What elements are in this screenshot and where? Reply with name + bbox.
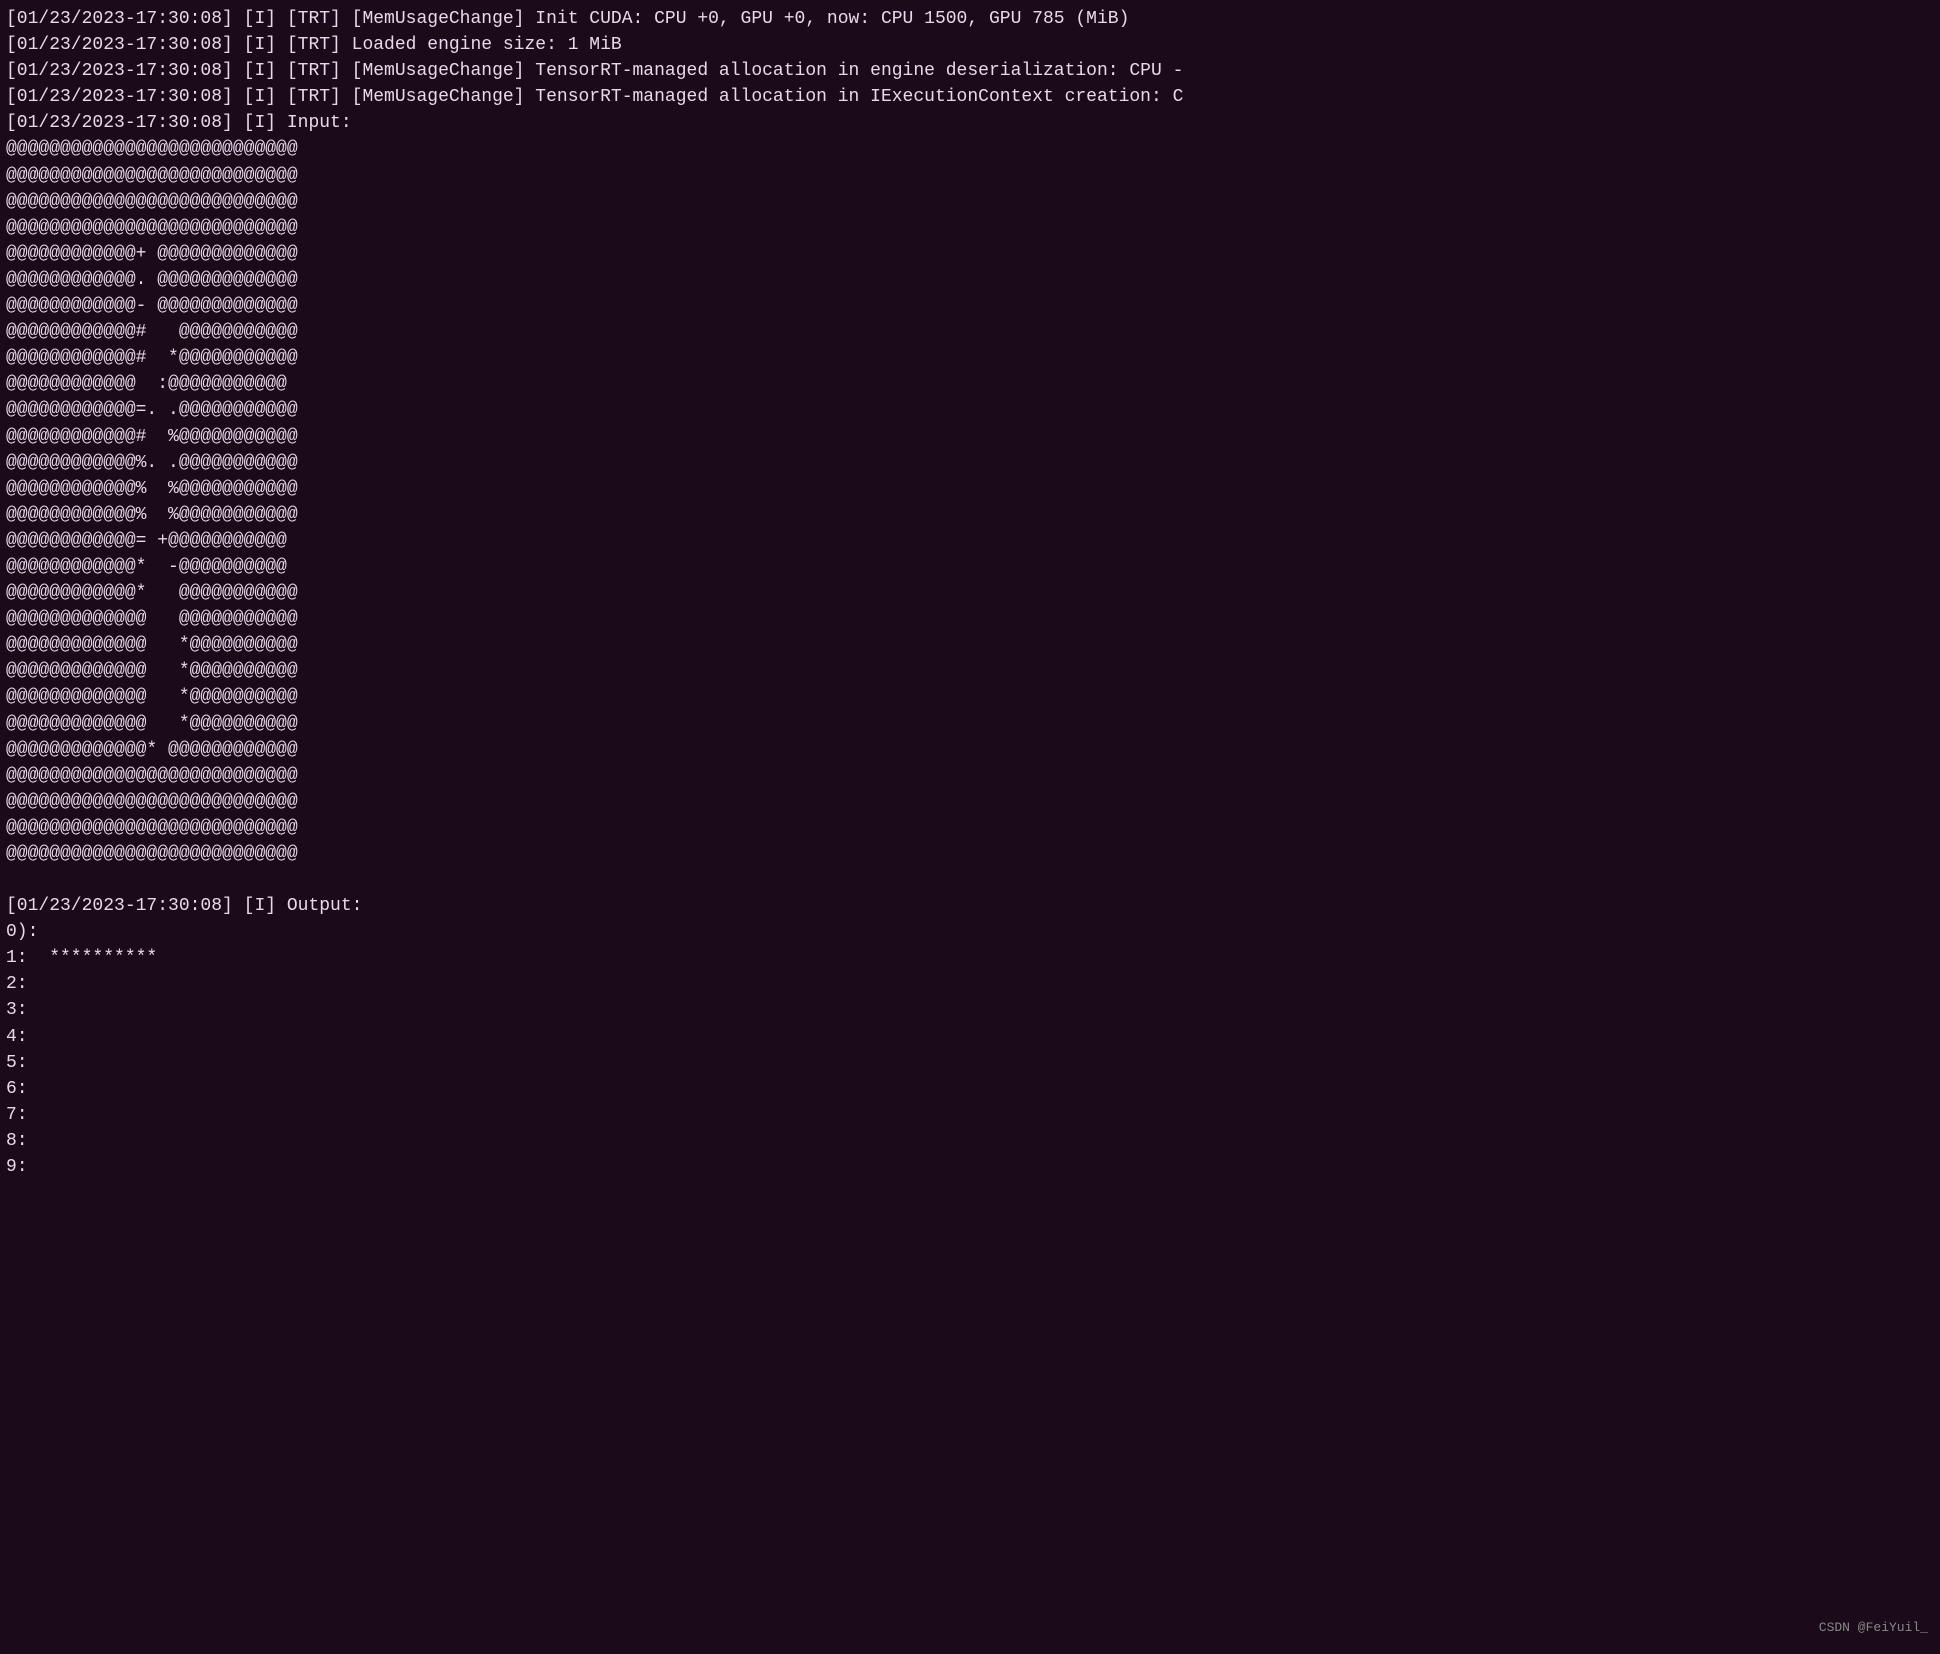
output-line: 9: (0, 1154, 1940, 1180)
ascii-art-line: @@@@@@@@@@@@@@@@@@@@@@@@@@@ (0, 189, 1940, 215)
output-line: 4: (0, 1024, 1940, 1050)
log-line: [01/23/2023-17:30:08] [I] [TRT] [MemUsag… (0, 6, 1940, 32)
ascii-art-line: @@@@@@@@@@@@% %@@@@@@@@@@@ (0, 476, 1940, 502)
output-line: 6: (0, 1076, 1940, 1102)
ascii-art-line: @@@@@@@@@@@@* @@@@@@@@@@@ (0, 580, 1940, 606)
ascii-art-line: @@@@@@@@@@@@@@@@@@@@@@@@@@@ (0, 763, 1940, 789)
ascii-art-line: @@@@@@@@@@@@% %@@@@@@@@@@@ (0, 502, 1940, 528)
output-line: 2: (0, 971, 1940, 997)
ascii-art-line: @@@@@@@@@@@@+ @@@@@@@@@@@@@ (0, 241, 1940, 267)
ascii-art-line: @@@@@@@@@@@@@ *@@@@@@@@@@ (0, 711, 1940, 737)
ascii-art-section: @@@@@@@@@@@@@@@@@@@@@@@@@@@@@@@@@@@@@@@@… (0, 136, 1940, 867)
ascii-art-line: @@@@@@@@@@@@. @@@@@@@@@@@@@ (0, 267, 1940, 293)
ascii-art-line: @@@@@@@@@@@@%. .@@@@@@@@@@@ (0, 450, 1940, 476)
ascii-art-line: @@@@@@@@@@@@=. .@@@@@@@@@@@ (0, 397, 1940, 423)
ascii-art-line: @@@@@@@@@@@@ :@@@@@@@@@@@ (0, 371, 1940, 397)
ascii-art-line: @@@@@@@@@@@@@@@@@@@@@@@@@@@ (0, 815, 1940, 841)
ascii-art-line: @@@@@@@@@@@@@@@@@@@@@@@@@@@ (0, 841, 1940, 867)
ascii-art-line: @@@@@@@@@@@@@* @@@@@@@@@@@@ (0, 737, 1940, 763)
ascii-art-line: @@@@@@@@@@@@# @@@@@@@@@@@ (0, 319, 1940, 345)
log-line: [01/23/2023-17:30:08] [I] [TRT] [MemUsag… (0, 84, 1940, 110)
ascii-art-line: @@@@@@@@@@@@@@@@@@@@@@@@@@@ (0, 789, 1940, 815)
output-line: 8: (0, 1128, 1940, 1154)
output-line: 0): (0, 919, 1940, 945)
ascii-art-line: @@@@@@@@@@@@@@@@@@@@@@@@@@@ (0, 163, 1940, 189)
ascii-art-line: @@@@@@@@@@@@* -@@@@@@@@@@ (0, 554, 1940, 580)
ascii-art-line: @@@@@@@@@@@@# *@@@@@@@@@@@ (0, 345, 1940, 371)
ascii-art-line: @@@@@@@@@@@@- @@@@@@@@@@@@@ (0, 293, 1940, 319)
output-header: [01/23/2023-17:30:08] [I] Output: (0, 893, 1940, 919)
output-line: 5: (0, 1050, 1940, 1076)
terminal-window: [01/23/2023-17:30:08] [I] [TRT] [MemUsag… (0, 4, 1940, 1654)
log-lines-section: [01/23/2023-17:30:08] [I] [TRT] [MemUsag… (0, 6, 1940, 136)
ascii-art-line: @@@@@@@@@@@@@ @@@@@@@@@@@ (0, 606, 1940, 632)
output-line: 3: (0, 997, 1940, 1023)
ascii-art-line: @@@@@@@@@@@@@ *@@@@@@@@@@ (0, 684, 1940, 710)
watermark: CSDN @FeiYuil_ (1819, 1619, 1928, 1638)
output-section: [01/23/2023-17:30:08] [I] Output:0):1: *… (0, 893, 1940, 1180)
ascii-art-line: @@@@@@@@@@@@@ *@@@@@@@@@@ (0, 632, 1940, 658)
output-line: 1: ********** (0, 945, 1940, 971)
ascii-art-line: @@@@@@@@@@@@# %@@@@@@@@@@@ (0, 424, 1940, 450)
ascii-art-line: @@@@@@@@@@@@@@@@@@@@@@@@@@@ (0, 136, 1940, 162)
ascii-art-line: @@@@@@@@@@@@@ *@@@@@@@@@@ (0, 658, 1940, 684)
log-line: [01/23/2023-17:30:08] [I] Input: (0, 110, 1940, 136)
output-line: 7: (0, 1102, 1940, 1128)
ascii-art-line: @@@@@@@@@@@@= +@@@@@@@@@@@ (0, 528, 1940, 554)
log-line: [01/23/2023-17:30:08] [I] [TRT] [MemUsag… (0, 58, 1940, 84)
log-line: [01/23/2023-17:30:08] [I] [TRT] Loaded e… (0, 32, 1940, 58)
ascii-art-line: @@@@@@@@@@@@@@@@@@@@@@@@@@@ (0, 215, 1940, 241)
